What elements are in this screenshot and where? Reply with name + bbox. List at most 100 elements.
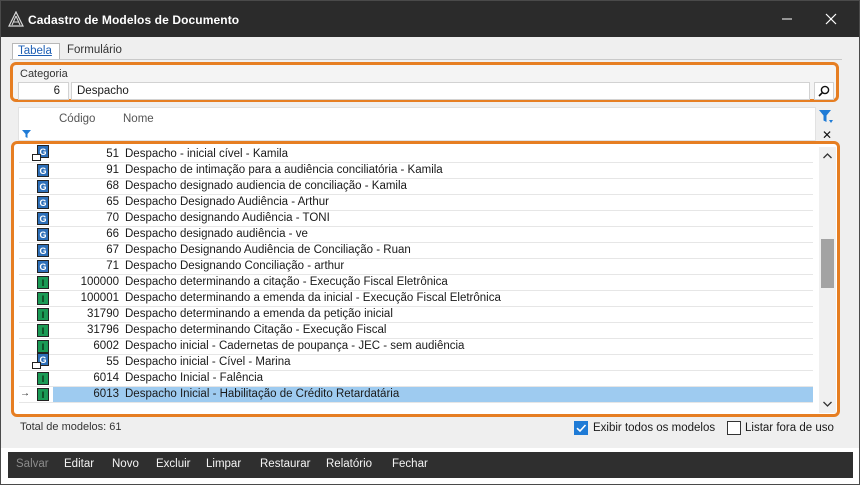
minimize-button[interactable] — [764, 0, 810, 37]
table-row[interactable]: I 100000 Despacho determinando a citação -… — [19, 275, 813, 291]
cell-nome: Despacho - inicial cível - Kamila — [125, 148, 288, 160]
cell-nome: Despacho designado audiência - ve — [125, 228, 308, 240]
category-search-button[interactable] — [814, 82, 834, 100]
individual-model-icon: I — [37, 292, 49, 305]
cell-nome: Despacho designado audiencia de concilia… — [125, 180, 407, 192]
category-label: Categoria — [20, 68, 68, 80]
cell-nome: Despacho determinando a emenda da inicia… — [125, 292, 501, 304]
app-logo-icon — [8, 10, 24, 27]
close-icon — [825, 13, 837, 24]
cell-codigo: 51 — [106, 148, 119, 160]
cell-codigo: 66 — [106, 228, 119, 240]
table-row[interactable]: G 67 Despacho Designando Audiência de Conc… — [19, 243, 813, 259]
cell-nome: Despacho de intimação para a audiência c… — [125, 164, 443, 176]
cell-codigo: 6002 — [93, 340, 119, 352]
cell-nome: Despacho Inicial - Habilitação de Crédit… — [125, 388, 400, 400]
tab-tabela[interactable]: Tabela — [12, 43, 60, 60]
table-row[interactable]: → I 6013 Despacho Inicial - Habilitação de … — [19, 387, 813, 403]
close-window-button[interactable] — [808, 0, 854, 37]
cell-nome: Despacho Designando Audiência de Concili… — [125, 244, 411, 256]
linked-group-model-icon: G — [32, 145, 49, 161]
cell-codigo: 31796 — [87, 324, 119, 336]
restaurar-button[interactable]: Restaurar — [260, 458, 311, 470]
table-row[interactable]: G 70 Despacho designando Audiência - TONI — [19, 211, 813, 227]
filter-icon — [819, 110, 833, 123]
group-model-icon: G — [37, 260, 49, 273]
column-header-nome[interactable]: Nome — [123, 113, 154, 125]
cell-codigo: 31790 — [87, 308, 119, 320]
cell-nome: Despacho determinando a citação - Execuç… — [125, 276, 448, 288]
novo-button[interactable]: Novo — [112, 458, 139, 470]
clear-filter-icon[interactable]: ✕ — [822, 128, 832, 142]
out-of-use-checkbox[interactable] — [727, 421, 741, 435]
table-row[interactable]: I 31796 Despacho determinando Citação - Ex… — [19, 323, 813, 339]
total-models-label: Total de modelos: 61 — [20, 421, 122, 433]
salvar-button[interactable]: Salvar — [16, 458, 49, 470]
cell-nome: Despacho determinando Citação - Execução… — [125, 324, 387, 336]
cell-nome: Despacho Designado Audiência - Arthur — [125, 196, 329, 208]
fechar-button[interactable]: Fechar — [392, 458, 428, 470]
out-of-use-label[interactable]: Listar fora de uso — [745, 422, 834, 434]
individual-model-icon: I — [37, 276, 49, 289]
models-grid: G 51 Despacho - inicial cível - Kamila G 91 D… — [11, 141, 840, 417]
cell-codigo: 100001 — [80, 292, 119, 304]
scrollbar-thumb[interactable] — [821, 239, 834, 288]
cell-nome: Despacho inicial - Cível - Marina — [125, 356, 291, 368]
table-row[interactable]: I 100001 Despacho determinando a emenda da… — [19, 291, 813, 307]
cell-codigo: 6013 — [93, 388, 119, 400]
table-row[interactable]: G 51 Despacho - inicial cível - Kamila — [19, 145, 813, 163]
group-model-icon: G — [37, 180, 49, 193]
grid-header: Código Nome — [18, 107, 816, 141]
relatorio-button[interactable]: Relatório — [326, 458, 372, 470]
row-pointer-icon: → — [20, 388, 30, 399]
limpar-button[interactable]: Limpar — [206, 458, 241, 470]
scroll-up-button[interactable] — [819, 149, 836, 163]
editar-button[interactable]: Editar — [64, 458, 94, 470]
table-row[interactable]: G 55 Despacho inicial - Cível - Marina — [19, 353, 813, 371]
table-row[interactable]: G 91 Despacho de intimação para a audiênci… — [19, 163, 813, 179]
cell-codigo: 6014 — [93, 372, 119, 384]
cell-codigo: 91 — [106, 164, 119, 176]
table-row[interactable]: G 68 Despacho designado audiencia de conci… — [19, 179, 813, 195]
cell-codigo: 70 — [106, 212, 119, 224]
cell-codigo: 71 — [106, 260, 119, 272]
linked-group-model-icon: G — [32, 353, 49, 369]
checkmark-icon — [576, 424, 587, 433]
group-model-icon: G — [37, 244, 49, 257]
cell-nome: Despacho inicial - Cadernetas de poupanç… — [125, 340, 465, 352]
group-model-icon: G — [37, 196, 49, 209]
column-header-codigo[interactable]: Código — [59, 113, 95, 125]
bottom-toolbar: Salvar Editar Novo Excluir Limpar Restau… — [8, 452, 853, 478]
show-all-checkbox[interactable] — [574, 421, 588, 435]
tab-formulario[interactable]: Formulário — [62, 43, 128, 60]
vertical-scrollbar[interactable] — [819, 147, 836, 413]
window-title: Cadastro de Modelos de Documento — [28, 13, 240, 27]
table-row[interactable]: I 6002 Despacho inicial - Cadernetas de po… — [19, 339, 813, 355]
filter-button[interactable] — [819, 110, 833, 127]
cell-nome: Despacho determinando a emenda da petiçã… — [125, 308, 393, 320]
table-row[interactable]: G 66 Despacho designado audiência - ve — [19, 227, 813, 243]
cell-codigo: 68 — [106, 180, 119, 192]
individual-model-icon: I — [37, 372, 49, 385]
individual-model-icon: I — [37, 340, 49, 353]
chevron-up-icon — [823, 153, 832, 159]
table-row[interactable]: I 31790 Despacho determinando a emenda da … — [19, 307, 813, 323]
title-bar: Cadastro de Modelos de Documento — [0, 0, 860, 37]
individual-model-icon: I — [37, 308, 49, 321]
cell-nome: Despacho Designando Conciliação - arthur — [125, 260, 345, 272]
category-code-field[interactable]: 6 — [18, 82, 69, 100]
cell-codigo: 67 — [106, 244, 119, 256]
minimize-icon — [782, 18, 792, 19]
table-row[interactable]: I 6014 Despacho Inicial - Falência — [19, 371, 813, 387]
excluir-button[interactable]: Excluir — [156, 458, 191, 470]
cell-codigo: 55 — [106, 356, 119, 368]
individual-model-icon: I — [37, 388, 49, 401]
category-name-field[interactable]: Despacho — [71, 82, 810, 100]
filter-row-icon[interactable] — [22, 129, 31, 141]
cell-nome: Despacho designando Audiência - TONI — [125, 212, 330, 224]
table-row[interactable]: G 71 Despacho Designando Conciliação - art… — [19, 259, 813, 275]
table-row[interactable]: G 65 Despacho Designado Audiência - Arthur — [19, 195, 813, 211]
filter-icon — [22, 130, 31, 138]
scroll-down-button[interactable] — [819, 397, 836, 411]
show-all-label[interactable]: Exibir todos os modelos — [593, 422, 715, 434]
